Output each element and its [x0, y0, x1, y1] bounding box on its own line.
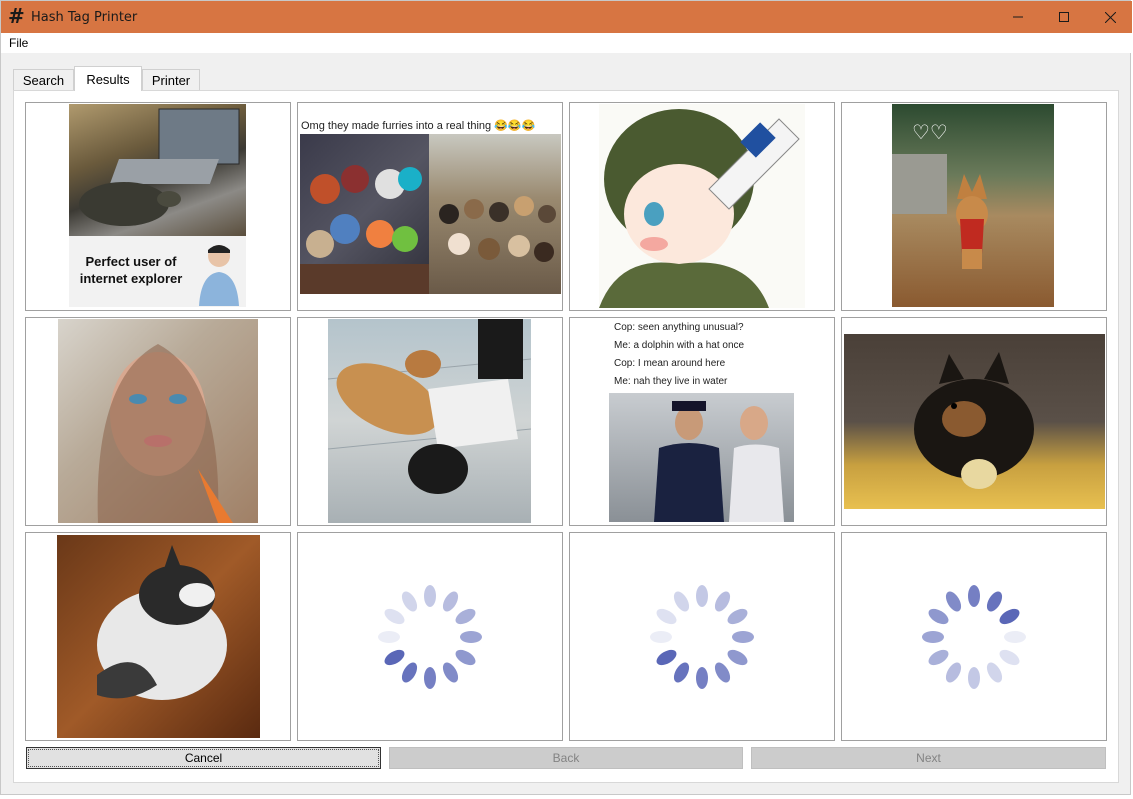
loading-spinner-icon — [650, 584, 754, 689]
loading-spinner-icon — [922, 584, 1026, 689]
result-image-furries — [300, 134, 429, 294]
menu-bar: File — [1, 33, 1132, 53]
result-image-dog-person — [328, 319, 531, 523]
result-tile-7[interactable]: Cop: seen anything unusual? Me: a dolphi… — [569, 317, 835, 526]
result-image-small-dog: ♡♡ — [892, 104, 1054, 307]
spinner-dot — [968, 666, 980, 689]
minimize-icon — [1013, 16, 1023, 18]
result-image-dogs — [429, 134, 561, 294]
spinner-dot — [999, 649, 1020, 665]
result-tile-6[interactable] — [297, 317, 563, 526]
spinner-dot — [424, 666, 436, 689]
tab-results[interactable]: Results — [74, 66, 142, 91]
spinner-dot — [714, 662, 731, 682]
cancel-button[interactable]: Cancel — [26, 747, 381, 769]
spinner-dot — [656, 608, 677, 624]
result-tile-9[interactable] — [25, 532, 291, 741]
spinner-dot — [650, 630, 672, 643]
spinner-dot — [442, 591, 459, 611]
loading-spinner-icon — [378, 584, 482, 689]
spinner-dot — [384, 649, 405, 665]
spinner-dot — [1004, 630, 1026, 643]
spinner-dot — [968, 584, 980, 607]
tab-search[interactable]: Search — [13, 69, 74, 90]
menu-file[interactable]: File — [9, 36, 28, 50]
meme-caption-area: Perfect user of internet explorer — [69, 236, 246, 307]
spinner-dot — [986, 662, 1003, 682]
result-tile-3[interactable] — [569, 102, 835, 311]
spinner-dot — [673, 591, 690, 611]
spinner-dot — [455, 649, 476, 665]
spinner-dot — [945, 662, 962, 682]
spinner-dot — [384, 608, 405, 624]
cancel-button-label: Cancel — [28, 749, 379, 767]
back-button[interactable]: Back — [389, 747, 743, 769]
result-image-woman — [58, 319, 258, 523]
person-illustration — [199, 245, 239, 306]
spinner-dot — [455, 608, 476, 624]
meme-line-3: Cop: I mean around here — [614, 358, 726, 369]
meme-caption: Omg they made furries into a real thing … — [301, 120, 536, 132]
result-tile-10 — [297, 532, 563, 741]
minimize-button[interactable] — [995, 1, 1041, 33]
spinner-dot — [714, 591, 731, 611]
spinner-dot — [945, 591, 962, 611]
meme-line-4: Me: nah they live in water — [614, 376, 728, 387]
window-title: Hash Tag Printer — [31, 10, 138, 25]
meme-caption: Perfect user of internet explorer — [79, 254, 183, 286]
spinner-dot — [928, 608, 949, 624]
spinner-dot — [378, 630, 400, 643]
svg-text:♡♡: ♡♡ — [912, 122, 948, 144]
next-button[interactable]: Next — [751, 747, 1106, 769]
result-image-police — [609, 393, 794, 522]
spinner-dot — [460, 630, 482, 643]
title-bar[interactable]: # Hash Tag Printer — [1, 1, 1132, 33]
spinner-dot — [656, 649, 677, 665]
spinner-dot — [922, 630, 944, 643]
tab-printer[interactable]: Printer — [142, 69, 200, 90]
meme-line-1: Cop: seen anything unusual? — [614, 322, 744, 333]
app-window: # Hash Tag Printer File Search Results P… — [0, 0, 1132, 795]
spinner-dot — [928, 649, 949, 665]
spinner-dot — [401, 591, 418, 611]
result-tile-1[interactable]: Perfect user of internet explorer — [25, 102, 291, 311]
close-icon — [1104, 11, 1116, 23]
result-image-puppy — [844, 334, 1105, 509]
spinner-dot — [442, 662, 459, 682]
spinner-dot — [696, 584, 708, 607]
result-tile-11 — [569, 532, 835, 741]
maximize-icon — [1059, 12, 1069, 22]
result-tile-8[interactable] — [841, 317, 1107, 526]
spinner-dot — [732, 630, 754, 643]
result-image-turtle — [69, 104, 246, 236]
spinner-dot — [727, 608, 748, 624]
spinner-dot — [673, 662, 690, 682]
hash-icon: # — [8, 4, 25, 28]
meme-line-2: Me: a dolphin with a hat once — [614, 340, 745, 351]
result-tile-12 — [841, 532, 1107, 741]
spinner-dot — [727, 649, 748, 665]
spinner-dot — [999, 608, 1020, 624]
result-image-husky — [57, 535, 260, 738]
result-tile-2[interactable]: Omg they made furries into a real thing … — [297, 102, 563, 311]
spinner-dot — [424, 584, 436, 607]
spinner-dot — [401, 662, 418, 682]
spinner-dot — [696, 666, 708, 689]
result-image-anime — [599, 104, 805, 308]
close-button[interactable] — [1087, 1, 1133, 33]
result-tile-5[interactable] — [25, 317, 291, 526]
maximize-button[interactable] — [1041, 1, 1087, 33]
result-tile-4[interactable]: ♡♡ — [841, 102, 1107, 311]
spinner-dot — [986, 591, 1003, 611]
